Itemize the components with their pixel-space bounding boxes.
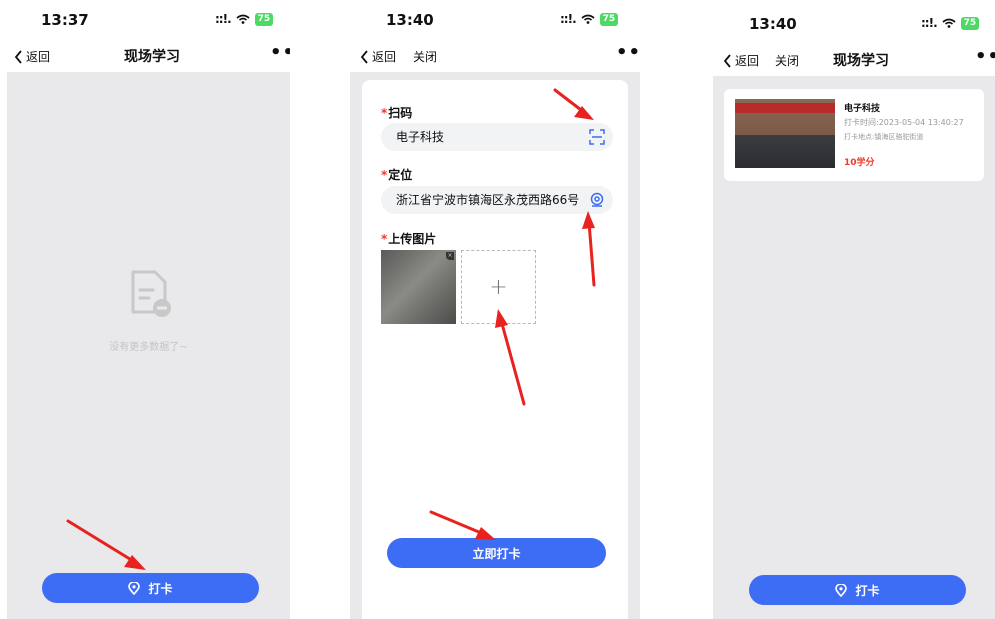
- checkin-label: 打卡: [148, 581, 173, 596]
- wifi-icon: [581, 14, 595, 24]
- back-label: 返回: [372, 50, 397, 64]
- empty-content: 没有更多数据了~ 打卡: [7, 72, 290, 619]
- chevron-left-icon: [723, 53, 731, 68]
- required-mark: *: [381, 232, 388, 246]
- photo-banner: [735, 103, 835, 113]
- submit-checkin-button[interactable]: 立即打卡: [387, 538, 606, 568]
- add-photo-button[interactable]: +: [461, 250, 536, 324]
- scan-field[interactable]: 电子科技: [381, 123, 613, 151]
- status-icons: ::!. 75: [215, 12, 274, 26]
- required-mark: *: [381, 168, 388, 182]
- status-time: 13:40: [386, 11, 434, 29]
- signal-icon: ::!.: [921, 16, 938, 30]
- nav-bar: 返回 现场学习 •••: [7, 40, 290, 72]
- status-bar: 13:40 ::!. 75: [713, 0, 995, 40]
- record-photo: [735, 99, 835, 168]
- page-title: 现场学习: [833, 53, 889, 69]
- scan-value: 电子科技: [396, 130, 445, 144]
- screen-empty-list: 13:37 ::!. 75 返回 现场学习 ••• 没有更多数据了~ 打卡: [7, 0, 290, 619]
- page-title: 现场学习: [124, 49, 180, 65]
- status-icons: ::!. 75: [921, 16, 980, 30]
- location-pin-icon: [835, 583, 848, 597]
- status-time: 13:40: [749, 15, 797, 33]
- battery-icon: 75: [254, 12, 274, 26]
- record-time: 打卡时间:2023-05-04 13:40:27: [844, 118, 964, 127]
- upload-label: *上传图片: [381, 232, 437, 246]
- record-card[interactable]: 电子科技 打卡时间:2023-05-04 13:40:27 打卡地点:镇海区骆驼…: [724, 89, 984, 181]
- back-button[interactable]: 返回: [14, 48, 50, 65]
- form-card: *扫码 电子科技 *定位 浙江省宁波市镇海区永茂西路66号 *上传图片 × + …: [362, 80, 628, 619]
- record-credit: 10学分: [844, 158, 875, 168]
- chevron-left-icon: [360, 49, 368, 64]
- screen-checkin-form: 13:40 ::!. 75 返回 关闭 ••• *扫码 电子科技 *定位 浙江省…: [350, 0, 640, 619]
- empty-document-icon: [131, 270, 171, 317]
- empty-message: 没有更多数据了~: [109, 342, 188, 353]
- scan-icon[interactable]: [589, 129, 605, 145]
- status-time: 13:37: [41, 11, 89, 29]
- checkin-label: 打卡: [855, 583, 880, 598]
- form-content: *扫码 电子科技 *定位 浙江省宁波市镇海区永茂西路66号 *上传图片 × + …: [350, 72, 640, 619]
- wifi-icon: [236, 14, 250, 24]
- more-button[interactable]: •••: [975, 46, 995, 67]
- screen-record-list: 13:40 ::!. 75 返回 关闭 现场学习 ••• 电子科技 打卡时间:2…: [713, 0, 995, 619]
- battery-icon: 75: [599, 12, 619, 26]
- status-icons: ::!. 75: [560, 12, 619, 26]
- close-button[interactable]: 关闭: [413, 48, 437, 65]
- uploaded-photo[interactable]: ×: [381, 250, 456, 324]
- nav-bar: 返回 关闭 现场学习 •••: [713, 44, 995, 76]
- signal-icon: ::!.: [560, 12, 577, 26]
- back-button[interactable]: 返回: [723, 52, 759, 69]
- status-bar: 13:40 ::!. 75: [350, 0, 640, 40]
- location-label: *定位: [381, 168, 413, 182]
- close-button[interactable]: 关闭: [775, 52, 799, 69]
- battery-icon: 75: [960, 16, 980, 30]
- record-content: 电子科技 打卡时间:2023-05-04 13:40:27 打卡地点:镇海区骆驼…: [713, 76, 995, 619]
- signal-icon: ::!.: [215, 12, 232, 26]
- location-value: 浙江省宁波市镇海区永茂西路66号: [396, 193, 580, 207]
- checkin-button[interactable]: 打卡: [749, 575, 966, 605]
- status-bar: 13:37 ::!. 75: [7, 0, 290, 40]
- back-label: 返回: [26, 50, 51, 64]
- location-field[interactable]: 浙江省宁波市镇海区永茂西路66号: [381, 186, 613, 214]
- required-mark: *: [381, 106, 388, 120]
- wifi-icon: [942, 18, 956, 28]
- record-title: 电子科技: [844, 104, 881, 114]
- chevron-left-icon: [14, 49, 22, 64]
- more-button[interactable]: •••: [270, 42, 290, 63]
- location-icon[interactable]: [589, 192, 605, 208]
- record-place: 打卡地点:镇海区骆驼街道: [844, 133, 924, 141]
- submit-label: 立即打卡: [472, 546, 521, 561]
- scan-label: *扫码: [381, 106, 413, 120]
- location-pin-icon: [128, 581, 141, 595]
- nav-bar: 返回 关闭 •••: [350, 40, 640, 72]
- delete-photo-icon[interactable]: ×: [446, 252, 454, 260]
- back-label: 返回: [735, 54, 760, 68]
- checkin-button[interactable]: 打卡: [42, 573, 259, 603]
- back-button[interactable]: 返回: [360, 48, 396, 65]
- more-button[interactable]: •••: [616, 42, 640, 63]
